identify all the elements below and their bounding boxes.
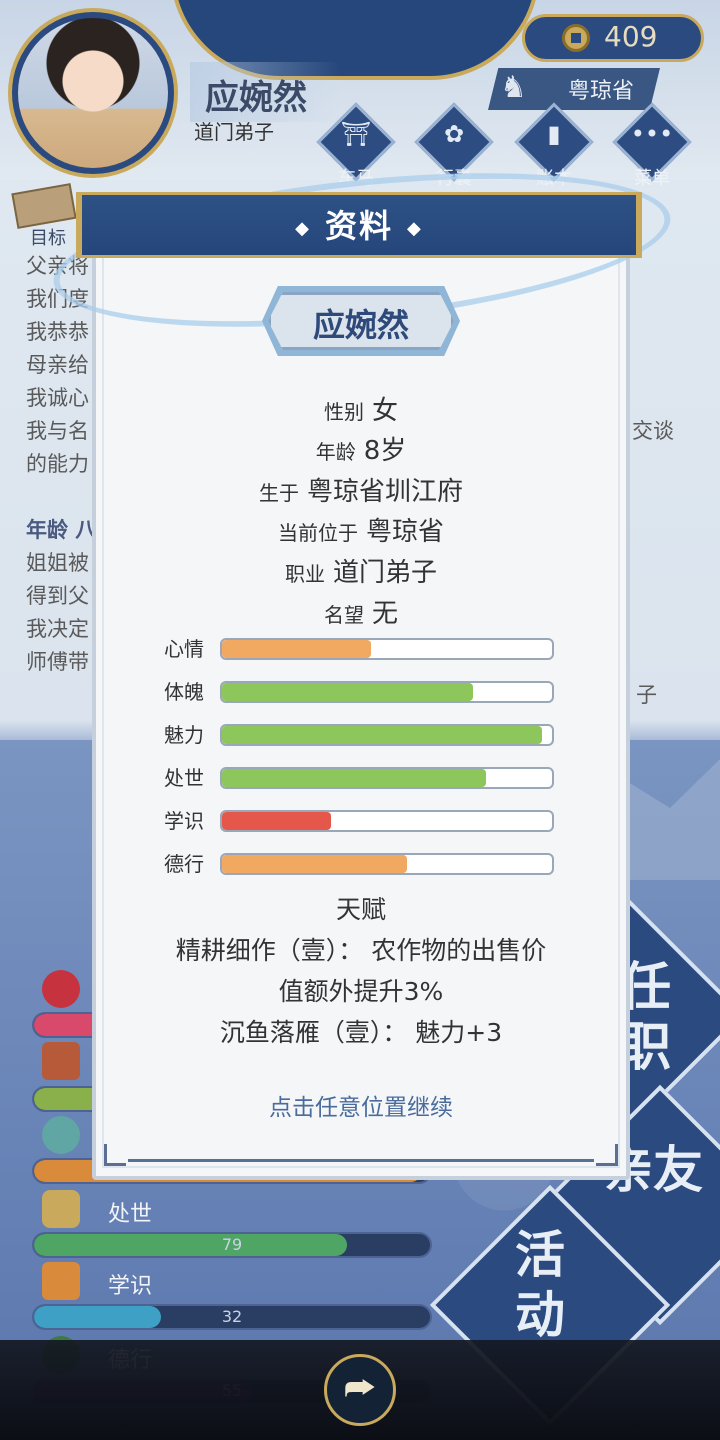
corner-ornament <box>104 1144 126 1166</box>
continue-hint[interactable]: 点击任意位置继续 <box>92 1088 630 1122</box>
attr-label: 德行 <box>164 852 204 876</box>
flower-icon <box>42 970 80 1008</box>
carriage-icon: ⛩ <box>340 120 372 148</box>
attr-fill <box>222 726 543 744</box>
menu-dots-icon: ••• <box>630 120 674 148</box>
field-reputation: 名望无 <box>92 593 630 630</box>
attr-bar-knowledge: 学识 <box>164 809 554 833</box>
mirror-icon <box>42 1116 80 1154</box>
field-key: 性别 <box>323 400 364 424</box>
dialog-title: ◆ 资料 ◆ <box>295 207 423 245</box>
attr-label: 心情 <box>164 637 204 661</box>
field-value: 道门弟子 <box>332 558 437 588</box>
stat-label-conduct: 处世 <box>108 1202 153 1227</box>
attr-fill <box>222 855 407 873</box>
talent-heading: 天赋 <box>335 895 386 924</box>
field-value: 无 <box>371 599 398 629</box>
scroll-icon <box>11 183 77 229</box>
nav-menu-button[interactable]: ••• 菜单 <box>612 102 692 190</box>
field-key: 职业 <box>284 562 325 586</box>
goal-label: 目标 <box>30 228 66 249</box>
talent-line: 精耕细作（壹）： 农作物的出售价 <box>175 936 547 965</box>
field-current-location: 当前位于 粤琼省 <box>92 511 630 548</box>
stat-bar-knowledge: 32 <box>32 1304 432 1330</box>
share-icon: ⮫ <box>344 1369 376 1409</box>
stat-value: 32 <box>221 1307 243 1326</box>
attr-fill <box>222 640 371 658</box>
attr-bar-physique: 体魄 <box>164 680 554 704</box>
attr-bar-conduct: 处世 <box>164 766 554 790</box>
field-key: 生于 <box>258 481 299 505</box>
log-line-tail: 交谈 <box>632 419 674 443</box>
attr-label: 学识 <box>164 809 204 833</box>
ledger-icon: ▮ <box>547 120 561 148</box>
coin-icon <box>562 24 590 52</box>
profile-name: 应婉然 <box>312 306 409 344</box>
log-line-tail: 子 <box>636 683 657 707</box>
field-age: 年龄 8岁 <box>92 430 630 467</box>
bottom-divider <box>128 1159 594 1162</box>
attr-bar-virtue: 德行 <box>164 852 554 876</box>
field-gender: 性别女 <box>92 390 630 427</box>
field-key: 当前位于 <box>277 521 358 545</box>
character-name: 应婉然 <box>205 78 307 118</box>
talent-line: 沉鱼落雁（壹）： 魅力+3 <box>219 1018 503 1047</box>
location-name[interactable]: 粤琼省 <box>568 73 634 105</box>
coin-value: 409 <box>604 20 658 53</box>
attr-fill <box>222 769 486 787</box>
field-occupation: 职业 道门弟子 <box>92 552 630 589</box>
goal-tab[interactable]: 目标 <box>11 183 84 249</box>
activity-badge-label[interactable]: 活动 <box>500 1225 580 1345</box>
stat-value: 79 <box>221 1235 243 1254</box>
field-value: 粤琼省圳江府 <box>306 477 463 507</box>
title-banner: ◆ 资料 ◆ <box>76 192 642 258</box>
books-icon <box>42 1262 80 1300</box>
field-value: 女 <box>371 396 398 426</box>
attr-fill <box>222 683 473 701</box>
field-birthplace: 生于 粤琼省圳江府 <box>92 471 630 508</box>
attr-label: 处世 <box>164 766 204 790</box>
attr-label: 魅力 <box>164 723 204 747</box>
attr-label: 体魄 <box>164 680 204 704</box>
attr-fill <box>222 812 331 830</box>
field-value: 8岁 <box>363 436 407 466</box>
character-role: 道门弟子 <box>194 120 274 144</box>
corner-ornament <box>596 1144 618 1166</box>
body-icon <box>42 1042 80 1080</box>
field-key: 年龄 <box>315 440 356 464</box>
field-key: 名望 <box>323 603 364 627</box>
avatar[interactable] <box>18 18 168 168</box>
attr-bar-mood: 心情 <box>164 637 554 661</box>
profile-dialog[interactable]: ◆ 资料 ◆ 应婉然 性别女 年龄 8岁 生于 粤琼省圳江府 当前位于 粤琼省 职业 道门弟… <box>46 147 678 1180</box>
field-value: 粤琼省 <box>365 517 444 547</box>
talent-line: 值额外提升3% <box>278 977 444 1006</box>
stat-label-knowledge: 学识 <box>108 1274 153 1299</box>
bag-icon: ✿ <box>443 120 465 148</box>
conduct-icon <box>42 1190 80 1228</box>
attr-bar-charm: 魅力 <box>164 723 554 747</box>
stat-bar-conduct: 79 <box>32 1232 432 1258</box>
share-button[interactable]: ⮫ <box>324 1354 396 1426</box>
